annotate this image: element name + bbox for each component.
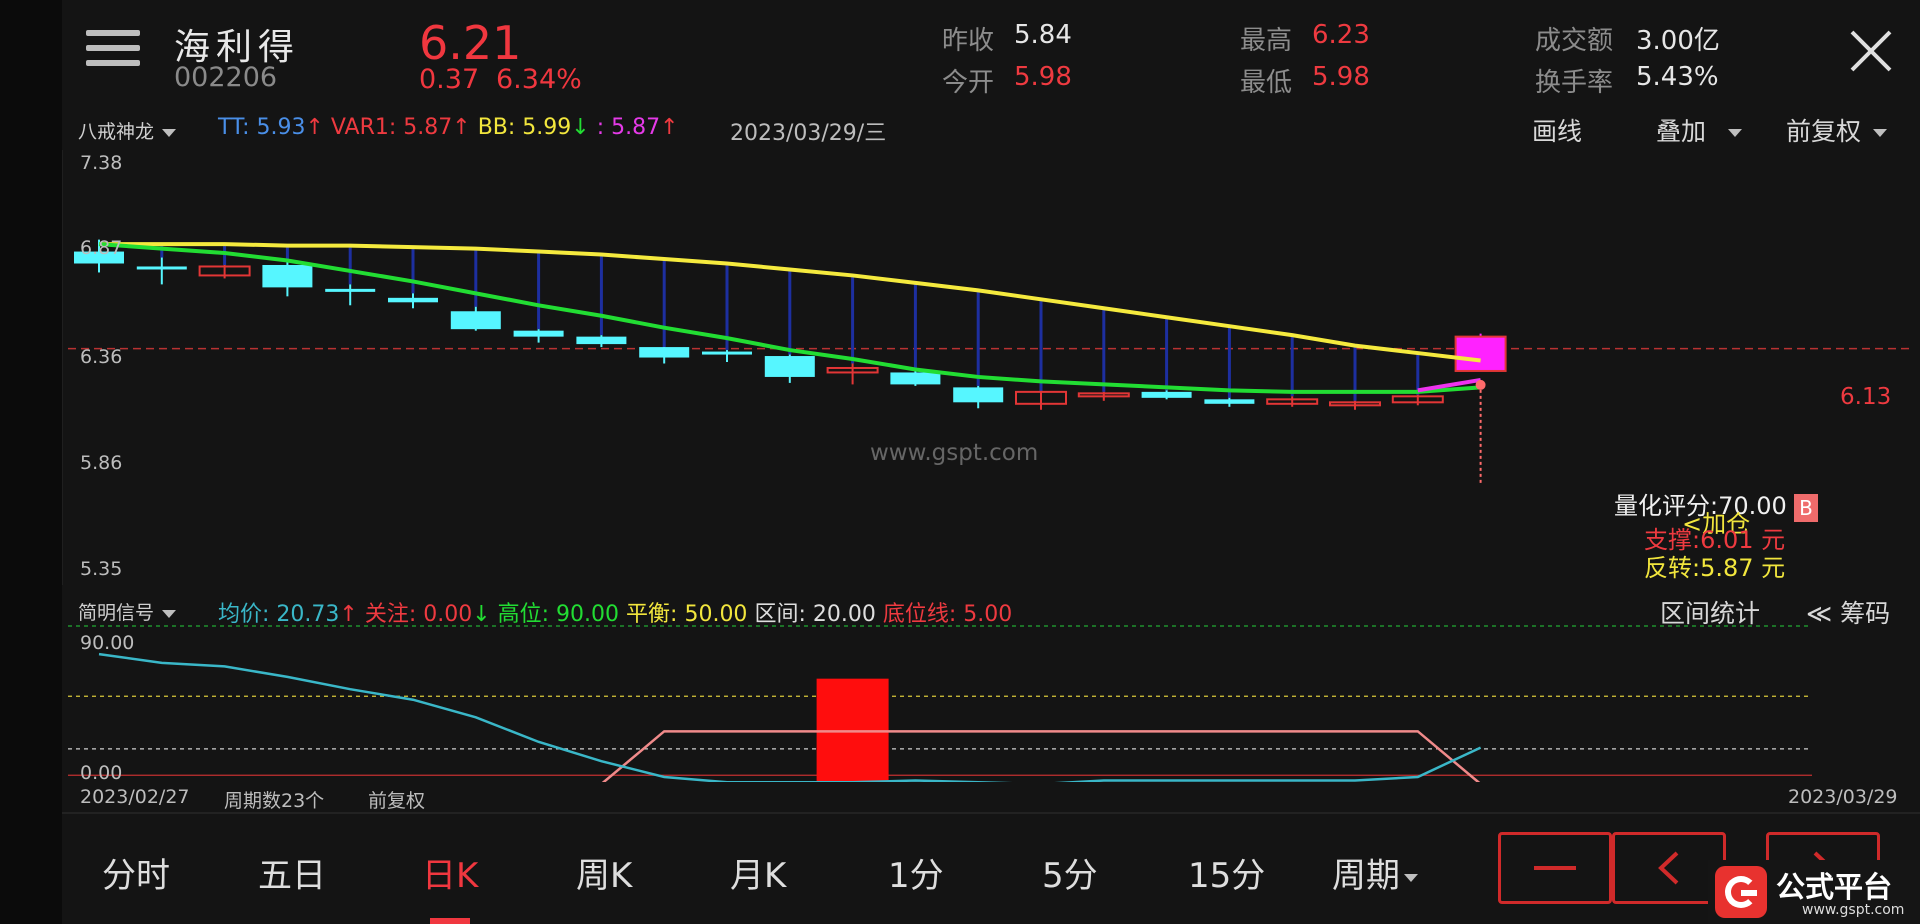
end-date: 2023/03/29	[1788, 786, 1898, 808]
gspt-logo-icon	[1715, 866, 1767, 918]
sub-footer-band	[62, 782, 1920, 794]
var1-value: VAR1: 5.87	[330, 115, 453, 140]
candle-body	[136, 266, 187, 270]
price-change: 0.37	[419, 64, 480, 95]
signal-chart[interactable]	[62, 622, 1920, 794]
start-date: 2023/02/27	[80, 786, 190, 808]
candle-body	[639, 347, 690, 358]
overlay-label: 叠加	[1656, 117, 1707, 146]
turnover-rate-label: 换手率	[1535, 68, 1614, 98]
sub-y-tick-1: 0.00	[80, 762, 123, 784]
tab-15min[interactable]: 15分	[1188, 848, 1265, 897]
logo-text: 公式平台	[1776, 870, 1893, 904]
low-label: 最低	[1240, 68, 1293, 98]
logo-url: www.gspt.com	[1802, 902, 1905, 918]
chevron-down-icon	[1404, 873, 1418, 882]
active-tab-indicator	[430, 918, 470, 924]
signal-line	[99, 730, 1482, 786]
menu-icon[interactable]	[86, 30, 140, 75]
adjust-selector[interactable]: 前复权	[1786, 112, 1888, 148]
chevron-down-icon	[1728, 129, 1743, 137]
candle-body	[1141, 391, 1192, 398]
candle-body	[450, 311, 501, 330]
candle-body	[576, 336, 627, 345]
sub-indicator-name: 简明信号	[78, 602, 155, 624]
high-value: 6.23	[1312, 20, 1370, 50]
var1-arrow: ↑	[452, 115, 471, 140]
candle-body	[702, 351, 752, 355]
candle-body	[325, 288, 376, 292]
y-axis-tick-1: 6.87	[80, 237, 123, 259]
prev-close-label: 昨收	[942, 26, 995, 56]
buy-badge[interactable]: B	[1794, 494, 1818, 522]
bb-arrow: ↓	[571, 115, 590, 140]
left-edge-strip	[0, 0, 62, 924]
tab-1min[interactable]: 1分	[888, 848, 944, 897]
reversal-text: 反转:5.87 元	[1644, 554, 1786, 582]
y-axis-tick-0: 7.38	[80, 152, 123, 174]
y-axis-tick-4: 5.35	[80, 558, 123, 580]
signal-dot	[1475, 379, 1486, 390]
chevron-down-icon	[162, 609, 177, 618]
main-indicator-name: 八戒神龙	[78, 121, 155, 143]
tt-value: TT: 5.93	[218, 115, 306, 140]
period-selector[interactable]: 周期	[1332, 848, 1418, 897]
divider	[62, 812, 1920, 814]
high-label: 最高	[1240, 26, 1293, 56]
chevron-down-icon	[162, 128, 177, 137]
turnover-amount-value: 3.00亿	[1636, 26, 1720, 56]
tab-5min[interactable]: 5分	[1042, 848, 1098, 897]
stock-app: 海利得 002206 6.21 0.37 6.34% 昨收 5.84 今开 5.…	[62, 0, 1920, 924]
close-icon[interactable]	[1848, 28, 1894, 74]
minus-icon	[1534, 866, 1576, 870]
candle-body	[1455, 336, 1506, 371]
adjust-mode: 前复权	[368, 790, 426, 812]
tab-weekly-k[interactable]: 周K	[576, 848, 632, 897]
sub-y-tick-0: 90.00	[80, 632, 135, 654]
y-axis-tick-2: 6.36	[80, 346, 123, 368]
candle-body	[1204, 399, 1255, 404]
open-value: 5.98	[1014, 62, 1072, 92]
candle-body	[764, 356, 815, 377]
bb-value: BB: 5.99	[477, 115, 572, 140]
prev-close-value: 5.84	[1014, 20, 1072, 50]
main-indicator-selector[interactable]: 八戒神龙	[78, 117, 177, 144]
candle-body	[890, 372, 941, 385]
ref-price-label: 6.13	[1840, 384, 1892, 410]
sub-indicator-selector[interactable]: 简明信号	[78, 598, 177, 625]
tab-five-day[interactable]: 五日	[258, 848, 326, 897]
tab-daily-k[interactable]: 日K	[422, 848, 478, 897]
stock-code: 002206	[174, 62, 278, 93]
turnover-rate-value: 5.43%	[1636, 62, 1719, 92]
tab-monthly-k[interactable]: 月K	[730, 848, 786, 897]
candle-body	[262, 264, 313, 288]
price-change-percent: 6.34%	[496, 64, 582, 95]
y-axis-tick-3: 5.86	[80, 452, 123, 474]
unnamed-value: : 5.87	[596, 115, 661, 140]
candle-body	[953, 387, 1004, 403]
tab-intraday[interactable]: 分时	[102, 848, 170, 897]
chevron-left-icon	[1658, 851, 1679, 885]
adjust-label: 前复权	[1786, 117, 1862, 146]
open-label: 今开	[942, 68, 995, 98]
turnover-amount-label: 成交额	[1535, 26, 1614, 56]
zoom-out-button[interactable]	[1498, 832, 1612, 904]
tt-arrow: ↑	[305, 115, 324, 140]
candle-body	[513, 330, 564, 337]
low-value: 5.98	[1312, 62, 1370, 92]
period-count: 周期数23个	[224, 790, 325, 812]
overlay-selector[interactable]: 叠加	[1656, 112, 1743, 148]
current-price: 6.21	[419, 16, 522, 70]
watermark: www.gspt.com	[870, 440, 1039, 466]
current-date: 2023/03/29/三	[730, 121, 887, 146]
candle-body	[388, 297, 438, 303]
main-indicator-values: TT: 5.93↑ VAR1: 5.87↑ BB: 5.99↓ : 5.87↑	[218, 115, 679, 140]
draw-line-button[interactable]: 画线	[1532, 112, 1582, 148]
avg-line	[98, 652, 1482, 786]
period-label: 周期	[1332, 856, 1400, 896]
chevron-down-icon	[1873, 129, 1888, 137]
unnamed-arrow: ↑	[660, 115, 679, 140]
